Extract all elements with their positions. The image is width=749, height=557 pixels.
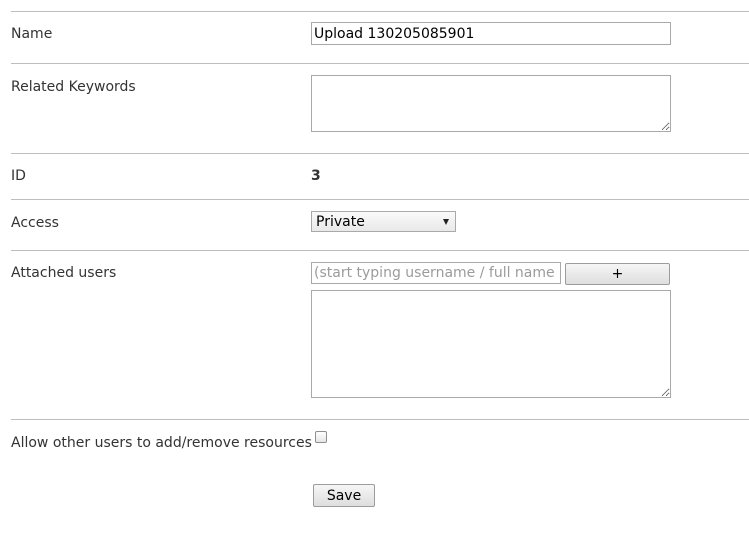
id-label: ID [11, 168, 26, 184]
attached-users-search-input[interactable] [311, 262, 561, 284]
divider-users [11, 419, 749, 420]
related-keywords-textarea[interactable] [311, 75, 671, 132]
attached-users-label: Attached users [11, 265, 117, 281]
access-select-value: Private [316, 214, 365, 230]
divider-access [11, 250, 749, 251]
chevron-down-icon [443, 219, 449, 225]
attached-users-list[interactable] [311, 290, 671, 398]
allow-other-users-label: Allow other users to add/remove resource… [11, 435, 312, 451]
divider-id [11, 199, 749, 200]
related-keywords-label: Related Keywords [11, 79, 136, 95]
id-value: 3 [311, 168, 321, 184]
save-button[interactable]: Save [313, 484, 375, 507]
name-label: Name [11, 26, 53, 42]
divider-keywords [11, 153, 749, 154]
access-select[interactable]: Private [311, 211, 456, 232]
access-label: Access [11, 215, 59, 231]
allow-other-users-checkbox[interactable] [315, 431, 327, 443]
name-input[interactable] [311, 22, 671, 45]
add-user-button[interactable]: + [565, 263, 670, 285]
divider-top [11, 11, 749, 12]
divider-name [11, 63, 749, 64]
